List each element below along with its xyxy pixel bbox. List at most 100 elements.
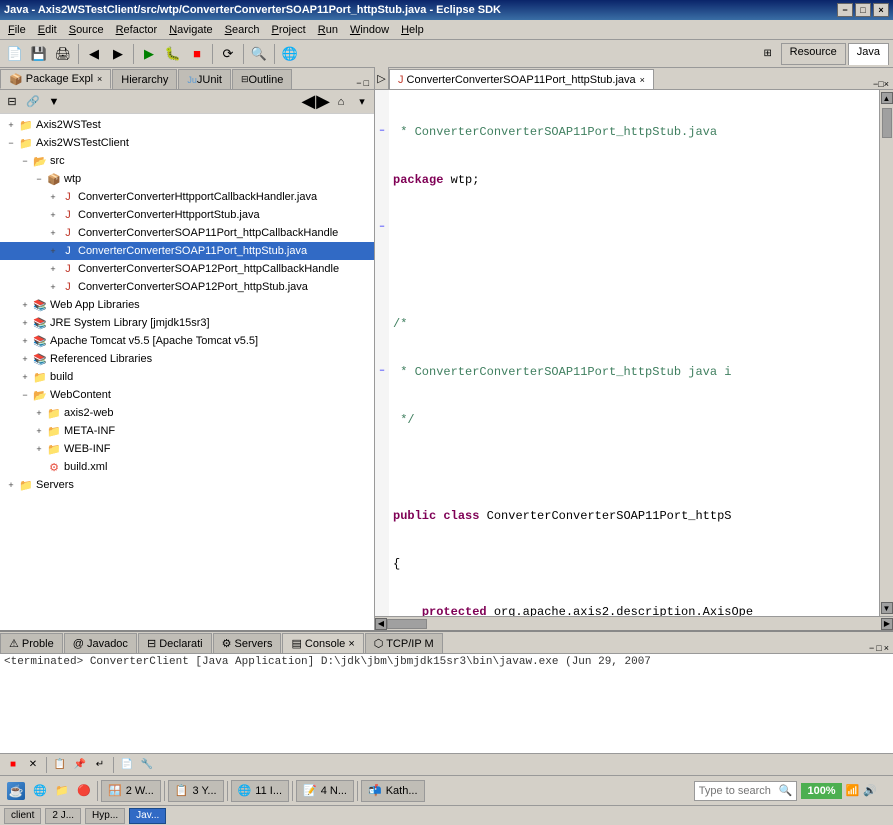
tree-item-soap11stub[interactable]: + J ConverterConverterSOAP11Port_httpStu… (0, 242, 374, 260)
tree-item-buildxml[interactable]: ⚙ build.xml (0, 458, 374, 476)
search-input[interactable] (699, 785, 779, 797)
tree-item-servers[interactable]: + 📁 Servers (0, 476, 374, 494)
maximize-bottom-button[interactable]: □ (876, 643, 881, 653)
tab-servers[interactable]: ⚙ Servers (213, 633, 282, 653)
expand-icon[interactable]: + (18, 352, 32, 366)
minimize-bottom-button[interactable]: − (869, 643, 874, 653)
scroll-down-button[interactable]: ▼ (881, 602, 893, 614)
code-content[interactable]: * ConverterConverterSOAP11Port_httpStub.… (389, 90, 879, 616)
resource-perspective[interactable]: Resource (781, 43, 846, 65)
search-button[interactable]: 🔍 (248, 43, 270, 65)
copy-button[interactable]: 📄 (118, 756, 136, 774)
menu-refactor[interactable]: Refactor (110, 22, 164, 38)
menu-search[interactable]: Search (219, 22, 266, 38)
scroll-track[interactable] (882, 104, 892, 602)
back-button[interactable]: ◀ (83, 43, 105, 65)
menu-source[interactable]: Source (63, 22, 110, 38)
properties-button[interactable]: 🔧 (138, 756, 156, 774)
expand-icon[interactable]: − (32, 172, 46, 186)
tree-item-tomcat[interactable]: + 📚 Apache Tomcat v5.5 [Apache Tomcat v5… (0, 332, 374, 350)
tree-item-src[interactable]: − 📂 src (0, 152, 374, 170)
vertical-scrollbar[interactable]: ▲ ▼ (879, 90, 893, 616)
expand-icon[interactable]: − (4, 136, 18, 150)
tree-item-metainf[interactable]: + 📁 META-INF (0, 422, 374, 440)
tab-problems[interactable]: ⚠ Proble (0, 633, 63, 653)
home-button[interactable]: ⌂ (331, 92, 351, 112)
tree-item-jre[interactable]: + 📚 JRE System Library [jmjdk15sr3] (0, 314, 374, 332)
run-button[interactable]: ▶ (138, 43, 160, 65)
link-editor-button[interactable]: 🔗 (23, 92, 43, 112)
mini-task-client[interactable]: client (4, 808, 41, 824)
expand-icon[interactable]: + (46, 190, 60, 204)
tree-item-reflib[interactable]: + 📚 Referenced Libraries (0, 350, 374, 368)
menu-file[interactable]: File (2, 22, 32, 38)
editor-tab-soap11stub[interactable]: J ConverterConverterSOAP11Port_httpStub.… (389, 69, 654, 89)
close-button[interactable]: × (873, 3, 889, 17)
maximize-button[interactable]: □ (855, 3, 871, 17)
menu-help[interactable]: Help (395, 22, 430, 38)
tree-item-httpportstub[interactable]: + J ConverterConverterHttpportStub.java (0, 206, 374, 224)
tree-item-webapp-lib[interactable]: + 📚 Web App Libraries (0, 296, 374, 314)
scroll-lock-button[interactable]: 📌 (71, 756, 89, 774)
expand-icon[interactable]: + (18, 316, 32, 330)
tab-tcpip[interactable]: ⬡ TCP/IP M (365, 633, 443, 653)
tree-item-axis2wstestclient[interactable]: − 📁 Axis2WSTestClient (0, 134, 374, 152)
print-button[interactable]: 🖨 (52, 43, 74, 65)
tree-item-webcontent[interactable]: − 📂 WebContent (0, 386, 374, 404)
expand-icon[interactable]: + (18, 334, 32, 348)
horizontal-scrollbar[interactable]: ◀ ▶ (375, 616, 893, 630)
view-menu-button[interactable]: ▼ (44, 92, 64, 112)
tab-hierarchy[interactable]: Hierarchy (112, 69, 177, 89)
taskbar-item-4n[interactable]: 📝 4 N... (296, 780, 354, 802)
dropdown-button[interactable]: ▾ (352, 92, 372, 112)
minimize-button[interactable]: − (837, 3, 853, 17)
editor-tab-close[interactable]: × (640, 75, 645, 85)
menu-window[interactable]: Window (344, 22, 395, 38)
tab-javadoc[interactable]: @ Javadoc (64, 633, 137, 653)
expand-icon[interactable]: − (18, 388, 32, 402)
refresh-button[interactable]: ⟳ (217, 43, 239, 65)
debug-button[interactable]: 🐛 (162, 43, 184, 65)
taskbar-item-11i[interactable]: 🌐 11 I... (231, 780, 289, 802)
mini-task-jav[interactable]: Jav... (129, 808, 166, 824)
maximize-panel-button[interactable]: □ (363, 77, 370, 89)
word-wrap-button[interactable]: ↵ (91, 756, 109, 774)
expand-icon[interactable]: + (46, 208, 60, 222)
scroll-left-button[interactable]: ◀ (375, 618, 387, 630)
h-scroll-thumb[interactable] (387, 619, 427, 629)
expand-icon[interactable]: − (18, 154, 32, 168)
search-box[interactable]: 🔍 (694, 781, 798, 801)
close-editor-button[interactable]: × (884, 79, 889, 89)
expand-icon[interactable]: + (32, 406, 46, 420)
expand-icon[interactable]: + (46, 262, 60, 276)
expand-icon[interactable]: + (18, 370, 32, 384)
tree-item-axis2web[interactable]: + 📁 axis2-web (0, 404, 374, 422)
scroll-up-button[interactable]: ▲ (881, 92, 893, 104)
menu-run[interactable]: Run (312, 22, 344, 38)
mini-task-2j[interactable]: 2 J... (45, 808, 81, 824)
java-perspective[interactable]: Java (848, 43, 889, 65)
taskbar-item-2w[interactable]: 🪟 2 W... (101, 780, 161, 802)
quicklaunch-icon-2[interactable]: 📁 (52, 781, 72, 801)
menu-edit[interactable]: Edit (32, 22, 63, 38)
stop-button[interactable]: ■ (186, 43, 208, 65)
forward-button[interactable]: ▶ (107, 43, 129, 65)
tree-item-axis2wstest[interactable]: + 📁 Axis2WSTest (0, 116, 374, 134)
tab-declaration[interactable]: ⊟ Declarati (138, 633, 212, 653)
expand-icon[interactable]: + (46, 280, 60, 294)
expand-icon[interactable]: + (4, 118, 18, 132)
tree-item-webinf[interactable]: + 📁 WEB-INF (0, 440, 374, 458)
globe-button[interactable]: 🌐 (279, 43, 301, 65)
zoom-indicator[interactable]: 100% (801, 783, 841, 799)
forward-nav-icon[interactable]: ▶ (316, 91, 330, 112)
minimize-panel-button[interactable]: − (355, 77, 362, 89)
tree-item-build[interactable]: + 📁 build (0, 368, 374, 386)
tab-outline[interactable]: ⊟ Outline (232, 69, 292, 89)
quicklaunch-icon-1[interactable]: 🌐 (30, 781, 50, 801)
expand-icon[interactable]: + (46, 226, 60, 240)
expand-icon[interactable]: + (46, 244, 60, 258)
remove-console-button[interactable]: ✕ (24, 756, 42, 774)
tree-item-soap11callback[interactable]: + J ConverterConverterSOAP11Port_httpCal… (0, 224, 374, 242)
taskbar-item-3y[interactable]: 📋 3 Y... (168, 780, 224, 802)
tab-junit[interactable]: Ju JUnit (178, 69, 231, 89)
